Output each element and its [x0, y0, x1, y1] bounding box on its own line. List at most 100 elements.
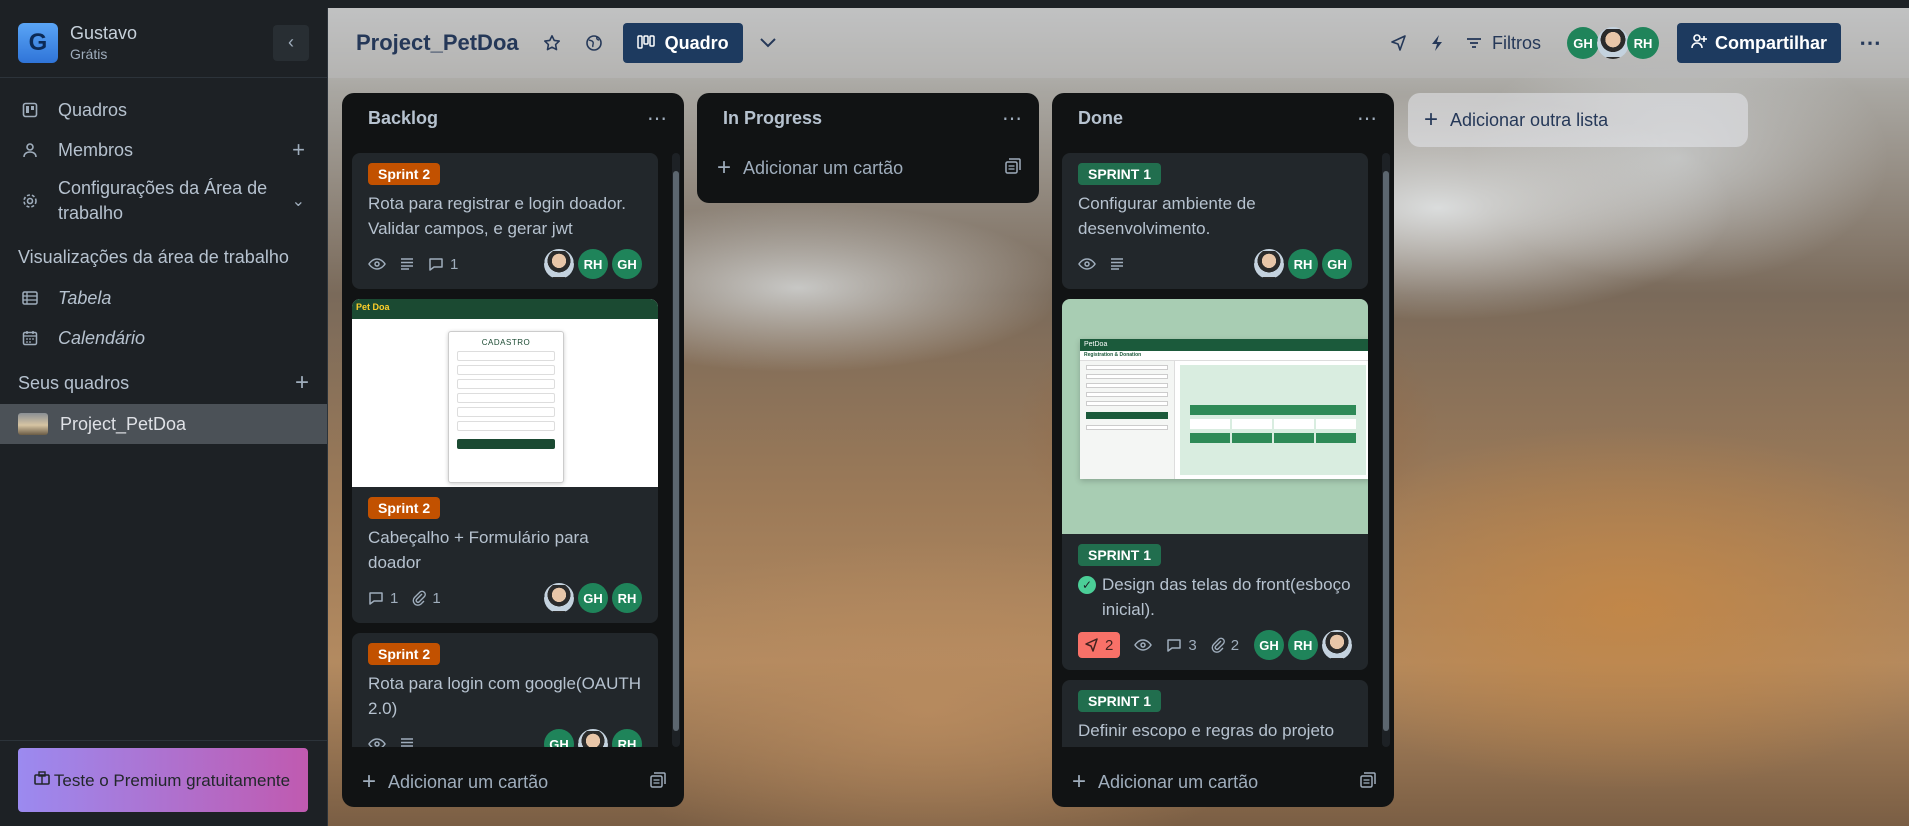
card[interactable]: SPRINT 1 Configurar ambiente de desenvol…: [1062, 153, 1368, 289]
cover-form-preview: CADASTRO: [448, 331, 564, 483]
more-icon[interactable]: ⋯: [1859, 30, 1881, 56]
template-icon[interactable]: [1360, 771, 1376, 793]
list-scrollbar[interactable]: [1382, 153, 1390, 747]
boards-title: Seus quadros: [18, 372, 130, 393]
sidebar-board-project-petdoa[interactable]: Project_PetDoa: [0, 404, 327, 444]
cover-input: [1086, 365, 1168, 370]
sidebar-item-membros[interactable]: Membros +: [0, 130, 327, 170]
scrollbar-thumb[interactable]: [1383, 171, 1389, 731]
list-header: Done ⋯: [1052, 93, 1394, 143]
avatar[interactable]: RH: [612, 583, 642, 613]
list-menu-icon[interactable]: ⋯: [1002, 106, 1023, 131]
plus-icon: +: [1424, 106, 1439, 133]
board-view-label: Quadro: [664, 32, 729, 53]
add-board-icon[interactable]: +: [295, 369, 309, 397]
automation-icon[interactable]: [1430, 34, 1444, 52]
share-button[interactable]: Compartilhar: [1676, 23, 1841, 63]
avatar-photo[interactable]: [544, 249, 574, 279]
board-view-button[interactable]: Quadro: [622, 23, 743, 63]
cover-brand: PetDoa: [1080, 339, 1368, 351]
calendar-icon: [22, 330, 44, 346]
list-menu-icon[interactable]: ⋯: [1357, 106, 1378, 131]
add-list-button[interactable]: + Adicionar outra lista: [1408, 93, 1748, 147]
card-members: RH GH: [544, 249, 642, 279]
card-body: Sprint 2 Cabeçalho + Formulário para doa…: [352, 487, 658, 623]
avatar-photo[interactable]: [578, 729, 608, 747]
list-header: In Progress ⋯: [697, 93, 1039, 143]
sidebar-item-calendario[interactable]: Calendário: [0, 318, 327, 358]
avatar[interactable]: GH: [1566, 27, 1599, 59]
template-icon[interactable]: [1005, 157, 1021, 179]
sidebar-item-label: Configurações da Área de trabalho: [58, 178, 268, 223]
globe-icon[interactable]: [585, 34, 603, 52]
plus-icon: +: [362, 768, 377, 795]
chevron-left-icon: ‹: [288, 32, 294, 52]
card-label: SPRINT 1: [1078, 690, 1162, 712]
collapse-sidebar-button[interactable]: ‹: [273, 24, 309, 61]
card-title: Rota para login com google(OAUTH 2.0): [368, 674, 642, 718]
avatar[interactable]: RH: [1288, 630, 1318, 660]
add-card-button[interactable]: + Adicionar um cartão: [697, 143, 1039, 193]
description-icon: [400, 738, 414, 747]
avatar-photo[interactable]: [1596, 27, 1629, 59]
paperclip-icon: [1211, 637, 1225, 653]
cover-cell: [1232, 433, 1272, 443]
views-section-title: Visualizações da área de trabalho: [0, 236, 327, 278]
comment-icon: [428, 257, 444, 271]
cover-form-title: CADASTRO: [481, 338, 531, 347]
list-menu-icon[interactable]: ⋯: [647, 106, 668, 131]
avatar[interactable]: GH: [578, 583, 608, 613]
avatar-photo[interactable]: [544, 583, 574, 613]
list-title[interactable]: In Progress: [723, 108, 1002, 129]
cover-input: [1086, 401, 1168, 406]
filters-button[interactable]: Filtros: [1466, 33, 1541, 54]
avatar-photo[interactable]: [1254, 249, 1284, 279]
workspace-logo[interactable]: G: [18, 22, 58, 63]
sidebar-item-quadros[interactable]: Quadros: [0, 90, 327, 130]
avatar[interactable]: GH: [1322, 249, 1352, 279]
premium-trial-button[interactable]: Teste o Premium gratuitamente: [18, 748, 308, 812]
card-members: GH RH: [544, 729, 642, 747]
chevron-down-icon[interactable]: ⌄: [292, 191, 305, 211]
scrollbar-thumb[interactable]: [673, 171, 679, 731]
workspace-name[interactable]: Gustavo: [70, 23, 273, 44]
cover-input: [1086, 392, 1168, 397]
avatar[interactable]: GH: [544, 729, 574, 747]
comments-badge: 1: [368, 590, 398, 607]
list-title[interactable]: Done: [1078, 108, 1357, 129]
card[interactable]: Sprint 2 Rota para login com google(OAUT…: [352, 633, 658, 747]
card-title: Cabeçalho + Formulário para doador: [368, 528, 589, 572]
cover-cell: [1190, 405, 1356, 415]
avatar[interactable]: RH: [612, 729, 642, 747]
attachments-count: 2: [1230, 636, 1240, 654]
sidebar-item-tabela[interactable]: Tabela: [0, 278, 327, 318]
premium-label: Teste o Premium gratuitamente: [53, 770, 291, 790]
star-icon[interactable]: [543, 34, 561, 52]
list-title[interactable]: Backlog: [368, 108, 647, 129]
card-title: Configurar ambiente de desenvolvimento.: [1078, 194, 1256, 238]
avatar[interactable]: RH: [1626, 27, 1659, 59]
avatar-photo[interactable]: [1322, 630, 1352, 660]
power-ups-icon[interactable]: [1390, 34, 1408, 52]
sidebar-item-configuracoes[interactable]: Configurações da Área de trabalho ⌄: [0, 170, 327, 232]
avatar[interactable]: RH: [578, 249, 608, 279]
list-scrollbar[interactable]: [672, 153, 680, 747]
avatar[interactable]: GH: [612, 249, 642, 279]
description-icon: [1110, 258, 1124, 270]
add-card-button[interactable]: + Adicionar um cartão: [1052, 757, 1394, 807]
card[interactable]: SPRINT 1 Definir escopo e regras do proj…: [1062, 680, 1368, 747]
board-title[interactable]: Project_PetDoa: [356, 30, 519, 56]
card[interactable]: Sprint 2 Rota para registrar e login doa…: [352, 153, 658, 289]
card[interactable]: Pet Doa CADASTRO Sprint 2 Cabeçalho + Fo…: [352, 299, 658, 623]
add-member-icon[interactable]: +: [292, 137, 305, 163]
chevron-down-icon[interactable]: [759, 32, 777, 55]
avatar[interactable]: GH: [1254, 630, 1284, 660]
avatar[interactable]: RH: [1288, 249, 1318, 279]
cover-cell: [1190, 419, 1230, 429]
description-icon: [400, 258, 414, 270]
workspace-plan: Grátis: [70, 46, 108, 62]
template-icon[interactable]: [650, 771, 666, 793]
add-card-button[interactable]: + Adicionar um cartão: [342, 757, 684, 807]
card-body: SPRINT 1 Definir escopo e regras do proj…: [1062, 680, 1368, 747]
card[interactable]: PetDoa Registration & Donation SPRINT 1 …: [1062, 299, 1368, 670]
